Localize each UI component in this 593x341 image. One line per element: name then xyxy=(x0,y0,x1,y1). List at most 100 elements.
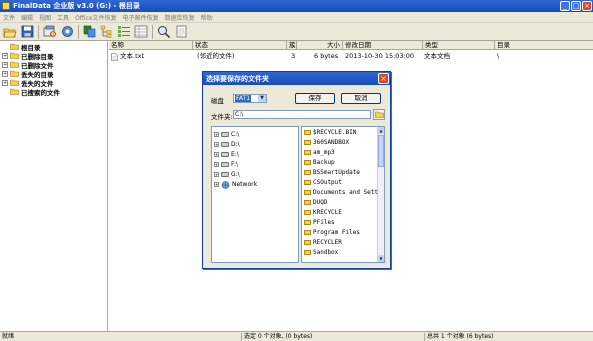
expand-toggle[interactable]: + xyxy=(214,182,219,187)
find-icon xyxy=(158,26,171,38)
menu-database-recovery[interactable]: 数据库恢复 xyxy=(162,13,198,22)
expand-toggle[interactable]: + xyxy=(214,132,219,137)
disk-select[interactable]: FAT1 ▼ xyxy=(233,94,267,103)
list-item[interactable]: CSOutput xyxy=(304,178,342,187)
directory-tree: 根目录 + 已删除目录 + 已删除文件 + 丢失的目录 + 丢失的文件 已搜索的… xyxy=(0,41,108,331)
expand-toggle[interactable]: + xyxy=(2,79,8,86)
drive-item-d[interactable]: + D:\ xyxy=(214,140,240,149)
column-header-modified[interactable]: 修改日期 xyxy=(343,41,423,50)
status-selected: 选定 0 个对象, (0 bytes) xyxy=(241,333,312,341)
close-button[interactable]: × xyxy=(582,1,592,11)
folder-icon xyxy=(10,79,19,86)
folder-icon xyxy=(304,170,311,175)
list-item[interactable]: Sandbox xyxy=(304,248,338,257)
list-item[interactable]: KRECYCLE xyxy=(304,208,342,217)
folder-name: Program Files xyxy=(313,229,360,236)
drive-item-e[interactable]: + E:\ xyxy=(214,150,239,159)
scan-icon xyxy=(43,25,56,37)
window-title: FinalData 企业版 v3.0 (G:) - 根目录 xyxy=(13,2,140,10)
column-header-size[interactable]: 大小 xyxy=(297,41,343,50)
menu-edit[interactable]: 编辑 xyxy=(18,13,36,22)
menu-view[interactable]: 视图 xyxy=(36,13,54,22)
list-item[interactable]: Backup xyxy=(304,158,335,167)
drive-label: D:\ xyxy=(231,141,240,148)
folder-list-scrollbar[interactable]: ▲ ▼ xyxy=(377,127,384,262)
maximize-button[interactable]: □ xyxy=(571,1,581,11)
menu-tools[interactable]: 工具 xyxy=(54,13,72,22)
list-item[interactable]: Program Files xyxy=(304,228,360,237)
drive-item-c[interactable]: + C:\ xyxy=(214,130,239,139)
folder-name: 360SANDBOX xyxy=(313,139,350,146)
menu-file[interactable]: 文件 xyxy=(0,13,18,22)
list-item[interactable]: RECYCLER xyxy=(304,238,342,247)
expand-toggle[interactable]: + xyxy=(214,142,219,147)
menu-email-recovery[interactable]: 电子邮件恢复 xyxy=(120,13,162,22)
details-view-button[interactable] xyxy=(133,24,149,40)
menu-help[interactable]: 帮助 xyxy=(198,13,216,22)
drive-item-network[interactable]: + Network xyxy=(214,180,257,189)
folder-name: $RECYCLE.BIN xyxy=(313,129,357,136)
scroll-up-icon[interactable]: ▲ xyxy=(378,127,384,134)
tree-item-searched-files[interactable]: 已搜索的文件 xyxy=(0,87,60,97)
expand-toggle[interactable]: + xyxy=(214,172,219,177)
save-dialog-button[interactable]: 保存 xyxy=(295,93,335,104)
list-item[interactable]: Documents and Setti xyxy=(304,188,382,197)
folder-icon xyxy=(10,70,19,77)
minimize-button[interactable]: _ xyxy=(560,1,570,11)
folder-name: Documents and Setti xyxy=(313,189,382,196)
list-item[interactable]: BSSmartUpdate xyxy=(304,168,360,177)
folder-name: am_mp3 xyxy=(313,149,335,156)
folder-icon xyxy=(304,180,311,185)
menu-office-recovery[interactable]: Office文件恢复 xyxy=(72,13,120,22)
column-header-type[interactable]: 类型 xyxy=(423,41,495,50)
cell-directory: \ xyxy=(497,52,500,60)
drive-icon xyxy=(221,142,229,147)
expand-toggle[interactable]: + xyxy=(2,61,8,68)
details-view-icon xyxy=(134,25,148,38)
save-button[interactable] xyxy=(19,24,35,40)
folder-icon xyxy=(304,220,311,225)
folder-name: Sandbox xyxy=(313,249,339,256)
list-item[interactable]: $RECYCLE.BIN xyxy=(304,128,356,137)
list-item[interactable]: PFiles xyxy=(304,218,335,227)
list-item[interactable]: am_mp3 xyxy=(304,148,335,157)
folder-path-input[interactable]: C:\ xyxy=(233,110,371,119)
scrollbar-thumb[interactable] xyxy=(378,135,384,167)
file-viewer-button[interactable] xyxy=(173,24,189,40)
folder-icon xyxy=(304,150,311,155)
cell-type: 文本文档 xyxy=(424,52,450,60)
folder-name: Backup xyxy=(313,159,335,166)
column-header-name[interactable]: 名称 xyxy=(109,41,193,50)
copy-button[interactable] xyxy=(82,24,98,40)
tree-view-button[interactable] xyxy=(99,24,115,40)
app-icon xyxy=(2,2,10,10)
list-view-button[interactable] xyxy=(116,24,132,40)
expand-toggle[interactable]: + xyxy=(214,162,219,167)
find-button[interactable] xyxy=(156,24,172,40)
dialog-close-button[interactable]: × xyxy=(378,73,389,84)
settings-button[interactable] xyxy=(59,24,75,40)
scroll-down-icon[interactable]: ▼ xyxy=(378,255,384,262)
folder-name: DUQD xyxy=(313,199,328,206)
status-bar: 就绪 选定 0 个对象, (0 bytes) 总共 1 个对象 (6 bytes… xyxy=(0,331,593,341)
column-header-directory[interactable]: 目录 xyxy=(495,41,593,50)
expand-toggle[interactable]: + xyxy=(2,52,8,59)
expand-toggle[interactable]: + xyxy=(214,152,219,157)
expand-toggle[interactable]: + xyxy=(2,70,8,77)
toolbar-separator xyxy=(152,24,153,39)
scan-button[interactable] xyxy=(42,24,58,40)
folder-name: BSSmartUpdate xyxy=(313,169,360,176)
drive-item-f[interactable]: + F:\ xyxy=(214,160,238,169)
new-folder-button[interactable] xyxy=(373,109,385,120)
cancel-dialog-button[interactable]: 取消 xyxy=(341,93,381,104)
list-item[interactable]: DUQD xyxy=(304,198,327,207)
folder-icon xyxy=(304,210,311,215)
list-item[interactable]: 360SANDBOX xyxy=(304,138,349,147)
column-header-status[interactable]: 状态 xyxy=(193,41,287,50)
title-bar: FinalData 企业版 v3.0 (G:) - 根目录 _ □ × xyxy=(0,0,593,12)
toolbar-separator xyxy=(38,24,39,39)
drive-item-g[interactable]: + G:\ xyxy=(214,170,240,179)
open-button[interactable] xyxy=(2,24,18,40)
column-header-cluster[interactable]: 簇 xyxy=(287,41,297,50)
table-row[interactable]: 文本.txt (邻近的文件) 3 6 bytes 2013-10-30 15:0… xyxy=(109,52,593,61)
